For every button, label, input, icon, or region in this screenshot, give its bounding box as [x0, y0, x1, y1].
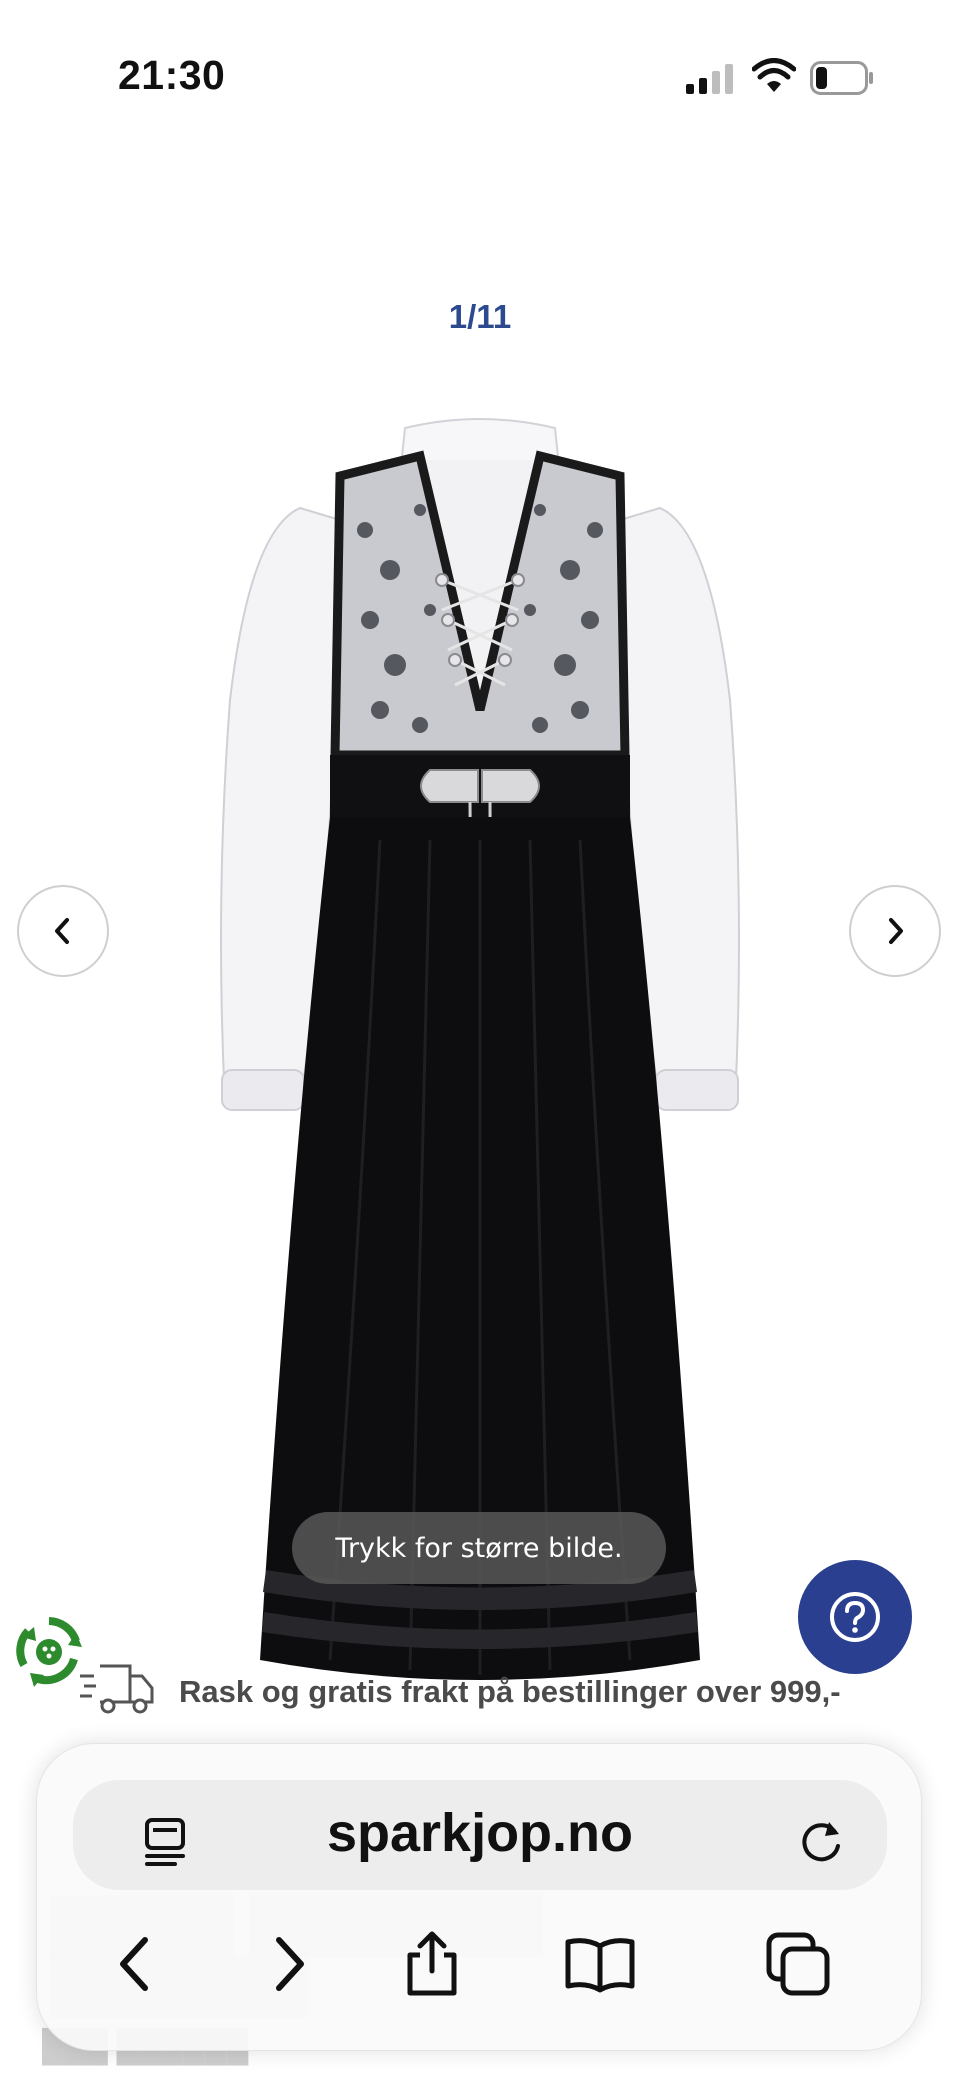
- tabs-icon: [766, 1932, 830, 1996]
- product-image[interactable]: [180, 280, 780, 1720]
- battery-icon: [810, 61, 873, 95]
- url-text[interactable]: sparkjop.no: [73, 1802, 887, 1864]
- shipping-text: Rask og gratis frakt på bestillinger ove…: [179, 1674, 841, 1709]
- enlarge-image-hint[interactable]: Trykk for større bilde.: [292, 1512, 666, 1584]
- status-time: 21:30: [118, 52, 226, 98]
- back-button[interactable]: [95, 1924, 175, 2004]
- help-button[interactable]: [798, 1560, 912, 1674]
- chevron-right-icon: [889, 918, 903, 944]
- forward-icon: [276, 1937, 304, 1991]
- chevron-left-icon: [55, 918, 69, 944]
- back-icon: [120, 1937, 148, 1991]
- wifi-icon: [752, 58, 796, 92]
- shipping-info: Rask og gratis frakt på bestillinger ove…: [78, 1660, 958, 1730]
- address-bar[interactable]: sparkjop.no: [73, 1780, 887, 1890]
- forward-button[interactable]: [249, 1924, 329, 2004]
- reload-icon[interactable]: [795, 1814, 847, 1866]
- share-icon: [407, 1931, 457, 1996]
- product-gallery[interactable]: 1/11 Trykk for større bilde.: [0, 150, 960, 1680]
- signal-icon: [686, 64, 733, 94]
- status-bar: 21:30: [0, 0, 960, 150]
- tabs-button[interactable]: [758, 1924, 838, 2004]
- bookmarks-button[interactable]: [560, 1924, 640, 2004]
- previous-image-button[interactable]: [17, 885, 109, 977]
- browser-toolbar: [37, 1924, 923, 2014]
- help-icon: [830, 1592, 880, 1642]
- truck-icon: [80, 1664, 154, 1714]
- browser-bottom-bar: sparkjop.no: [36, 1743, 922, 2051]
- share-button[interactable]: [392, 1924, 472, 2004]
- image-counter: 1/11: [448, 298, 512, 335]
- next-image-button[interactable]: [849, 885, 941, 977]
- eco-badge-icon: [16, 1617, 82, 1687]
- bookmarks-icon: [565, 1938, 635, 1993]
